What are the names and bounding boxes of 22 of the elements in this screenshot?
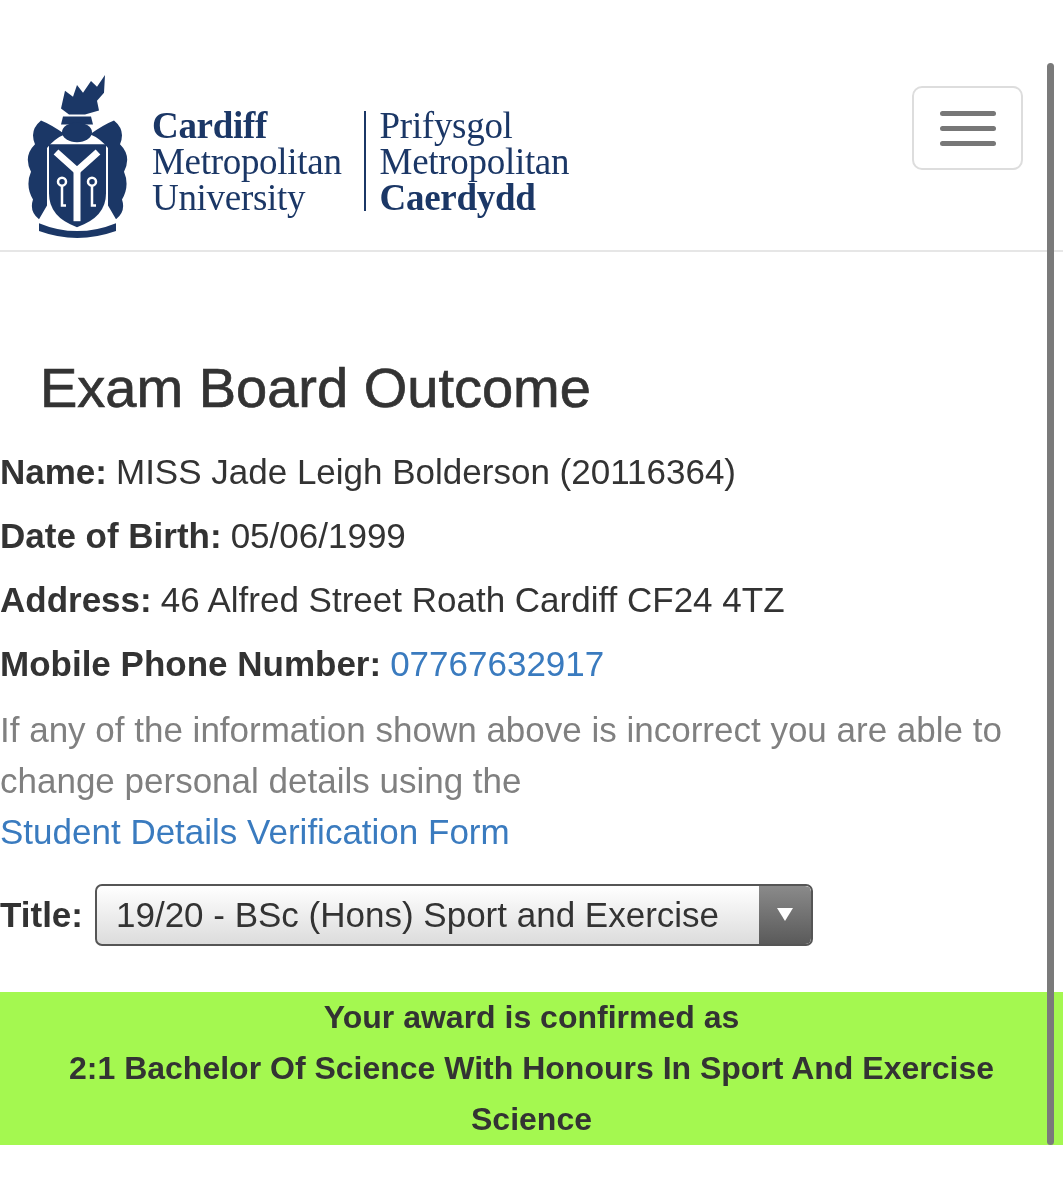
logo-text: Metropolitan: [152, 143, 342, 180]
notice-text: If any of the information shown above is incorrect you are able to change personal details using the Student Details Verification Form: [0, 709, 1003, 853]
page-heading: Exam Board Outcome: [40, 356, 592, 420]
course-dropdown[interactable]: 19/20 - BSc (Hons) Sport and Exercise: [95, 884, 813, 946]
field-label: Mobile Phone Number:: [0, 644, 382, 684]
field-value: MISS Jade Leigh Bolderson (20116364): [116, 452, 737, 492]
field-label: Title:: [0, 895, 83, 935]
dropdown-caret-icon: [759, 886, 811, 944]
field-value: 46 Alfred Street Roath Cardiff CF24 4TZ: [160, 580, 785, 620]
award-text: Your award is confirmed as: [322, 998, 741, 1037]
field-value: 05/06/1999: [230, 516, 406, 556]
crest-icon: [25, 75, 130, 238]
field-label: Address:: [0, 580, 152, 620]
logo-text: Prifysgol: [379, 107, 514, 144]
award-text: 2:1 Bachelor Of Science With Honours In Sport And Exercise Science: [68, 1049, 995, 1139]
field-label: Date of Birth:: [0, 516, 222, 556]
phone-link[interactable]: 07767632917: [390, 644, 605, 684]
logo-text: Cardiff: [152, 107, 269, 144]
verification-form-link[interactable]: Student Details Verification Form: [0, 812, 510, 851]
field-label: Name:: [0, 452, 107, 492]
menu-icon: [939, 110, 996, 146]
menu-button[interactable]: [912, 86, 1023, 170]
